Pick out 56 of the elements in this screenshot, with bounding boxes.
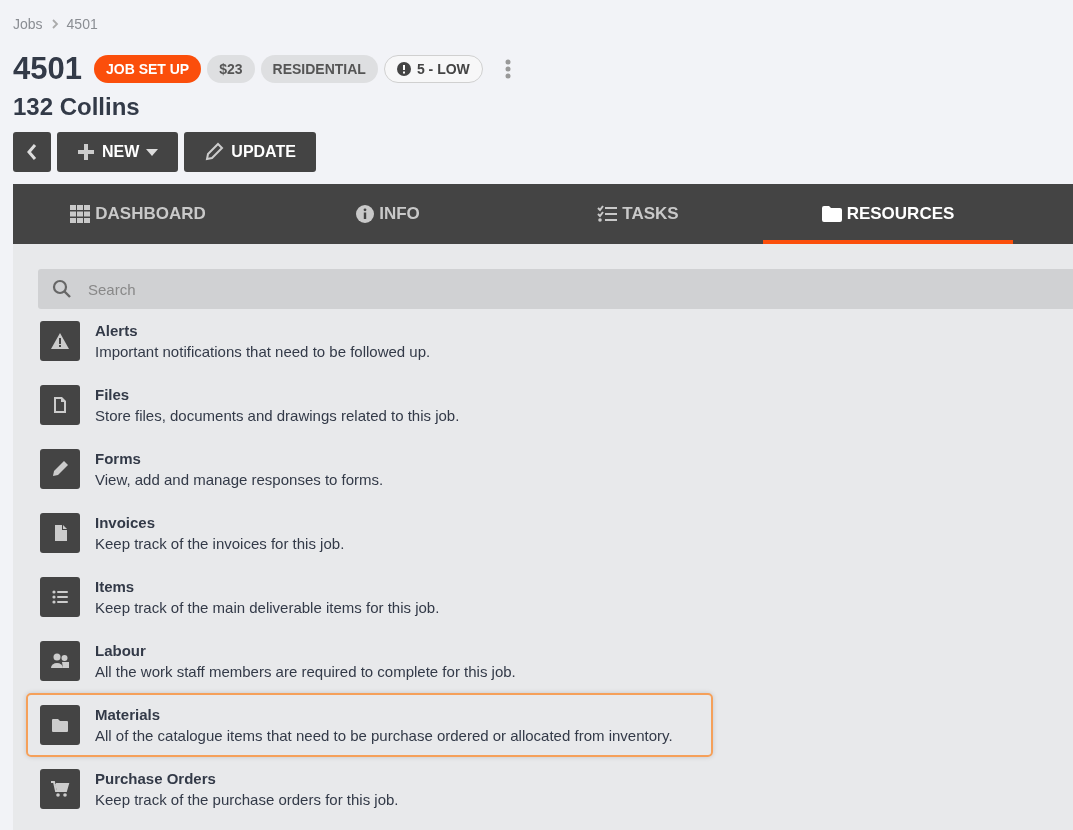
resource-item[interactable]: Invoices Keep track of the invoices for this job. — [26, 501, 713, 565]
list-icon — [40, 577, 80, 617]
resource-description: Important notifications that need to be followed up. — [95, 343, 431, 360]
search-icon — [52, 279, 72, 299]
update-button[interactable]: UPDATE — [184, 132, 316, 172]
back-button[interactable] — [13, 132, 51, 172]
resource-item[interactable]: Materials All of the catalogue items that need to be purchase ordered or allocated from inventory. — [26, 693, 713, 757]
job-address: 132 Collins — [13, 92, 141, 122]
job-number: 4501 — [13, 51, 82, 87]
resource-description: Keep track of the purchase orders for this job. — [95, 791, 399, 808]
resource-title: Items — [95, 578, 136, 595]
resource-title: Purchase Orders — [95, 770, 217, 787]
new-button[interactable]: NEW — [57, 132, 179, 172]
resource-item[interactable]: Alerts Important notifications that need to be followed up. — [26, 309, 713, 373]
resource-description: All of the catalogue items that need to be purchase ordered or allocated from inventory. — [95, 727, 673, 744]
file-icon — [40, 385, 80, 425]
resource-item[interactable]: Purchase Orders Keep track of the purchase orders for this job. — [26, 757, 713, 821]
tab[interactable]: DASHBOARD — [13, 184, 263, 244]
pencil-icon — [40, 449, 80, 489]
cart-icon — [40, 769, 80, 809]
resource-description: Keep track of the main deliverable items for this job. — [95, 599, 440, 616]
folder-icon — [40, 705, 80, 745]
more-options-icon[interactable] — [504, 59, 511, 79]
resource-title: Forms — [95, 450, 142, 467]
warning-icon — [40, 321, 80, 361]
search-field[interactable]: Search — [38, 269, 1073, 309]
tab[interactable]: TASKS — [513, 184, 763, 244]
document-icon — [40, 513, 80, 553]
plus-icon — [77, 143, 95, 161]
resource-description: Store files, documents and drawings related to this job. — [95, 407, 460, 424]
resource-title: Invoices — [95, 514, 157, 531]
checklist-icon — [597, 204, 618, 223]
chevron-left-icon — [26, 143, 38, 161]
people-icon — [40, 641, 80, 681]
grid-icon — [70, 204, 91, 223]
type-badge: RESIDENTIAL — [260, 55, 378, 83]
resource-title: Files — [95, 386, 131, 403]
resource-title: Materials — [95, 706, 162, 723]
resource-item[interactable]: Forms View, add and manage responses to forms. — [26, 437, 713, 501]
resource-item[interactable]: Items Keep track of the main deliverable items for this job. — [26, 565, 713, 629]
tab[interactable]: INFO — [263, 184, 513, 244]
resource-title: Alerts — [95, 322, 139, 339]
resource-description: Keep track of the invoices for this job. — [95, 535, 345, 552]
resource-item[interactable]: Labour All the work staff members are required to complete for this job. — [26, 629, 713, 693]
pencil-icon — [204, 142, 225, 162]
status-badge: JOB SET UP — [93, 55, 202, 83]
resource-description: All the work staff members are required to complete for this job. — [95, 663, 516, 680]
folder-icon — [821, 205, 842, 222]
resource-title: Labour — [95, 642, 147, 659]
priority-badge: 5 - LOW — [383, 55, 483, 83]
chevron-right-icon — [50, 19, 59, 29]
info-icon — [356, 204, 375, 223]
resource-item[interactable]: Files Store files, documents and drawings related to this job. — [26, 373, 713, 437]
caret-icon — [146, 148, 159, 156]
resource-description: View, add and manage responses to forms. — [95, 471, 384, 488]
price-badge: $23 — [207, 55, 255, 83]
